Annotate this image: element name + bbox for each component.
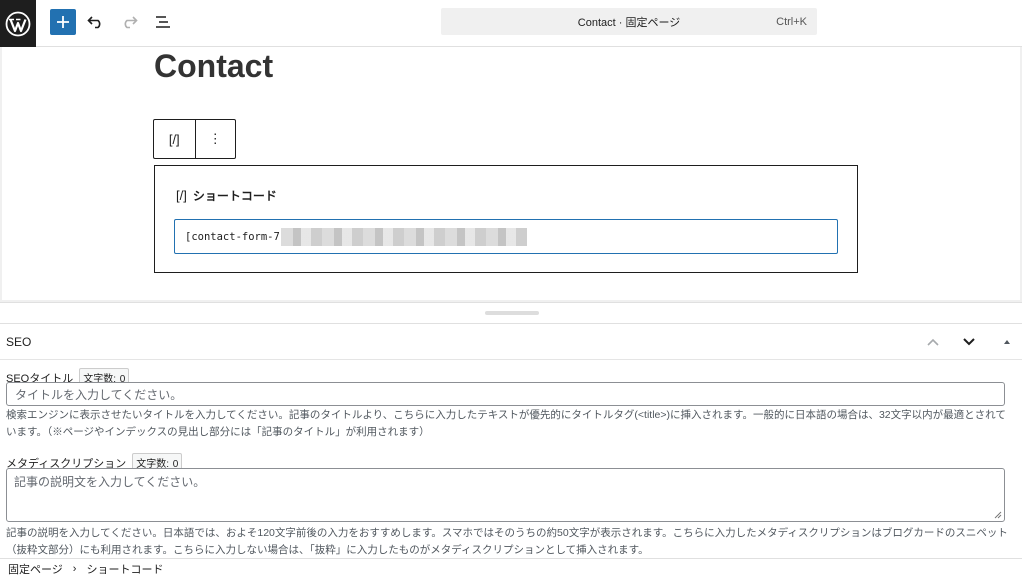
editor-canvas: Contact [/] ⋮ [/] ショートコード [contact-form-7 (0, 47, 1022, 302)
seo-title-placeholder: タイトルを入力してください。 (15, 387, 183, 402)
toggle-panel-button[interactable] (998, 333, 1016, 351)
document-overview-button[interactable] (152, 11, 174, 33)
move-down-button[interactable] (960, 333, 978, 351)
block-options-button[interactable]: ⋮ (194, 120, 236, 158)
block-toolbar: [/] ⋮ (153, 119, 236, 159)
block-type-button[interactable]: [/] (154, 120, 195, 158)
editor-canvas-page: Contact [/] ⋮ [/] ショートコード [contact-form-7 (2, 47, 1020, 300)
seo-title-input[interactable]: タイトルを入力してください。 (6, 382, 1005, 406)
move-up-button[interactable] (924, 333, 942, 351)
block-breadcrumb: 固定ページ › ショートコード (0, 558, 1022, 578)
wordpress-icon (5, 11, 31, 36)
metabox-resize-handle[interactable] (0, 302, 1022, 324)
plus-icon (57, 16, 69, 28)
chevron-down-icon (963, 338, 975, 346)
resize-grip[interactable] (485, 311, 539, 315)
meta-description-help: 記事の説明を入力してください。日本語では、およそ120文字前後の入力をおすすめし… (6, 527, 1008, 556)
editor-header: Contact · 固定ページ Ctrl+K (0, 0, 1022, 47)
breadcrumb-item-shortcode[interactable]: ショートコード (86, 561, 163, 577)
shortcode-block[interactable]: [/] ショートコード [contact-form-7 (154, 165, 858, 273)
list-view-icon (156, 16, 170, 28)
undo-icon (87, 16, 101, 29)
document-title: Contact · 固定ページ (577, 16, 681, 29)
seo-title-help: 検索エンジンに表示させたいタイトルを入力してください。記事のタイトルより、こちら… (6, 409, 1006, 438)
breadcrumb-separator: › (72, 562, 77, 575)
shortcode-input[interactable]: [contact-form-7 (174, 219, 838, 254)
wordpress-logo-button[interactable] (0, 0, 36, 47)
meta-description-textarea[interactable]: 記事の説明文を入力してください。 (6, 468, 1005, 522)
metabox-header: SEO (0, 324, 1022, 360)
undo-button[interactable] (85, 11, 107, 33)
redo-button[interactable] (118, 11, 140, 33)
breadcrumb-item-page[interactable]: 固定ページ (8, 561, 63, 577)
seo-metabox: SEO SEOタイトル 文字数: 0 タイトルを入力してください。 検索エンジン… (0, 324, 1022, 558)
caret-up-icon (1004, 340, 1010, 344)
page-title[interactable]: Contact (154, 48, 273, 85)
shortcut-hint: Ctrl+K (776, 15, 807, 28)
add-block-button[interactable] (50, 9, 76, 35)
textarea-resize-icon[interactable] (994, 511, 1002, 519)
redacted-region (280, 227, 527, 246)
shortcode-icon: [/] (176, 188, 187, 203)
meta-description-placeholder: 記事の説明文を入力してください。 (14, 475, 206, 489)
redo-icon (124, 16, 138, 29)
shortcode-label-text: ショートコード (192, 189, 277, 203)
metabox-title: SEO (6, 335, 32, 349)
command-palette-bar[interactable]: Contact · 固定ページ Ctrl+K (441, 8, 817, 35)
chevron-up-icon (927, 338, 939, 346)
shortcode-value: [contact-form-7 (185, 230, 280, 243)
shortcode-block-label: [/] ショートコード (176, 187, 277, 204)
